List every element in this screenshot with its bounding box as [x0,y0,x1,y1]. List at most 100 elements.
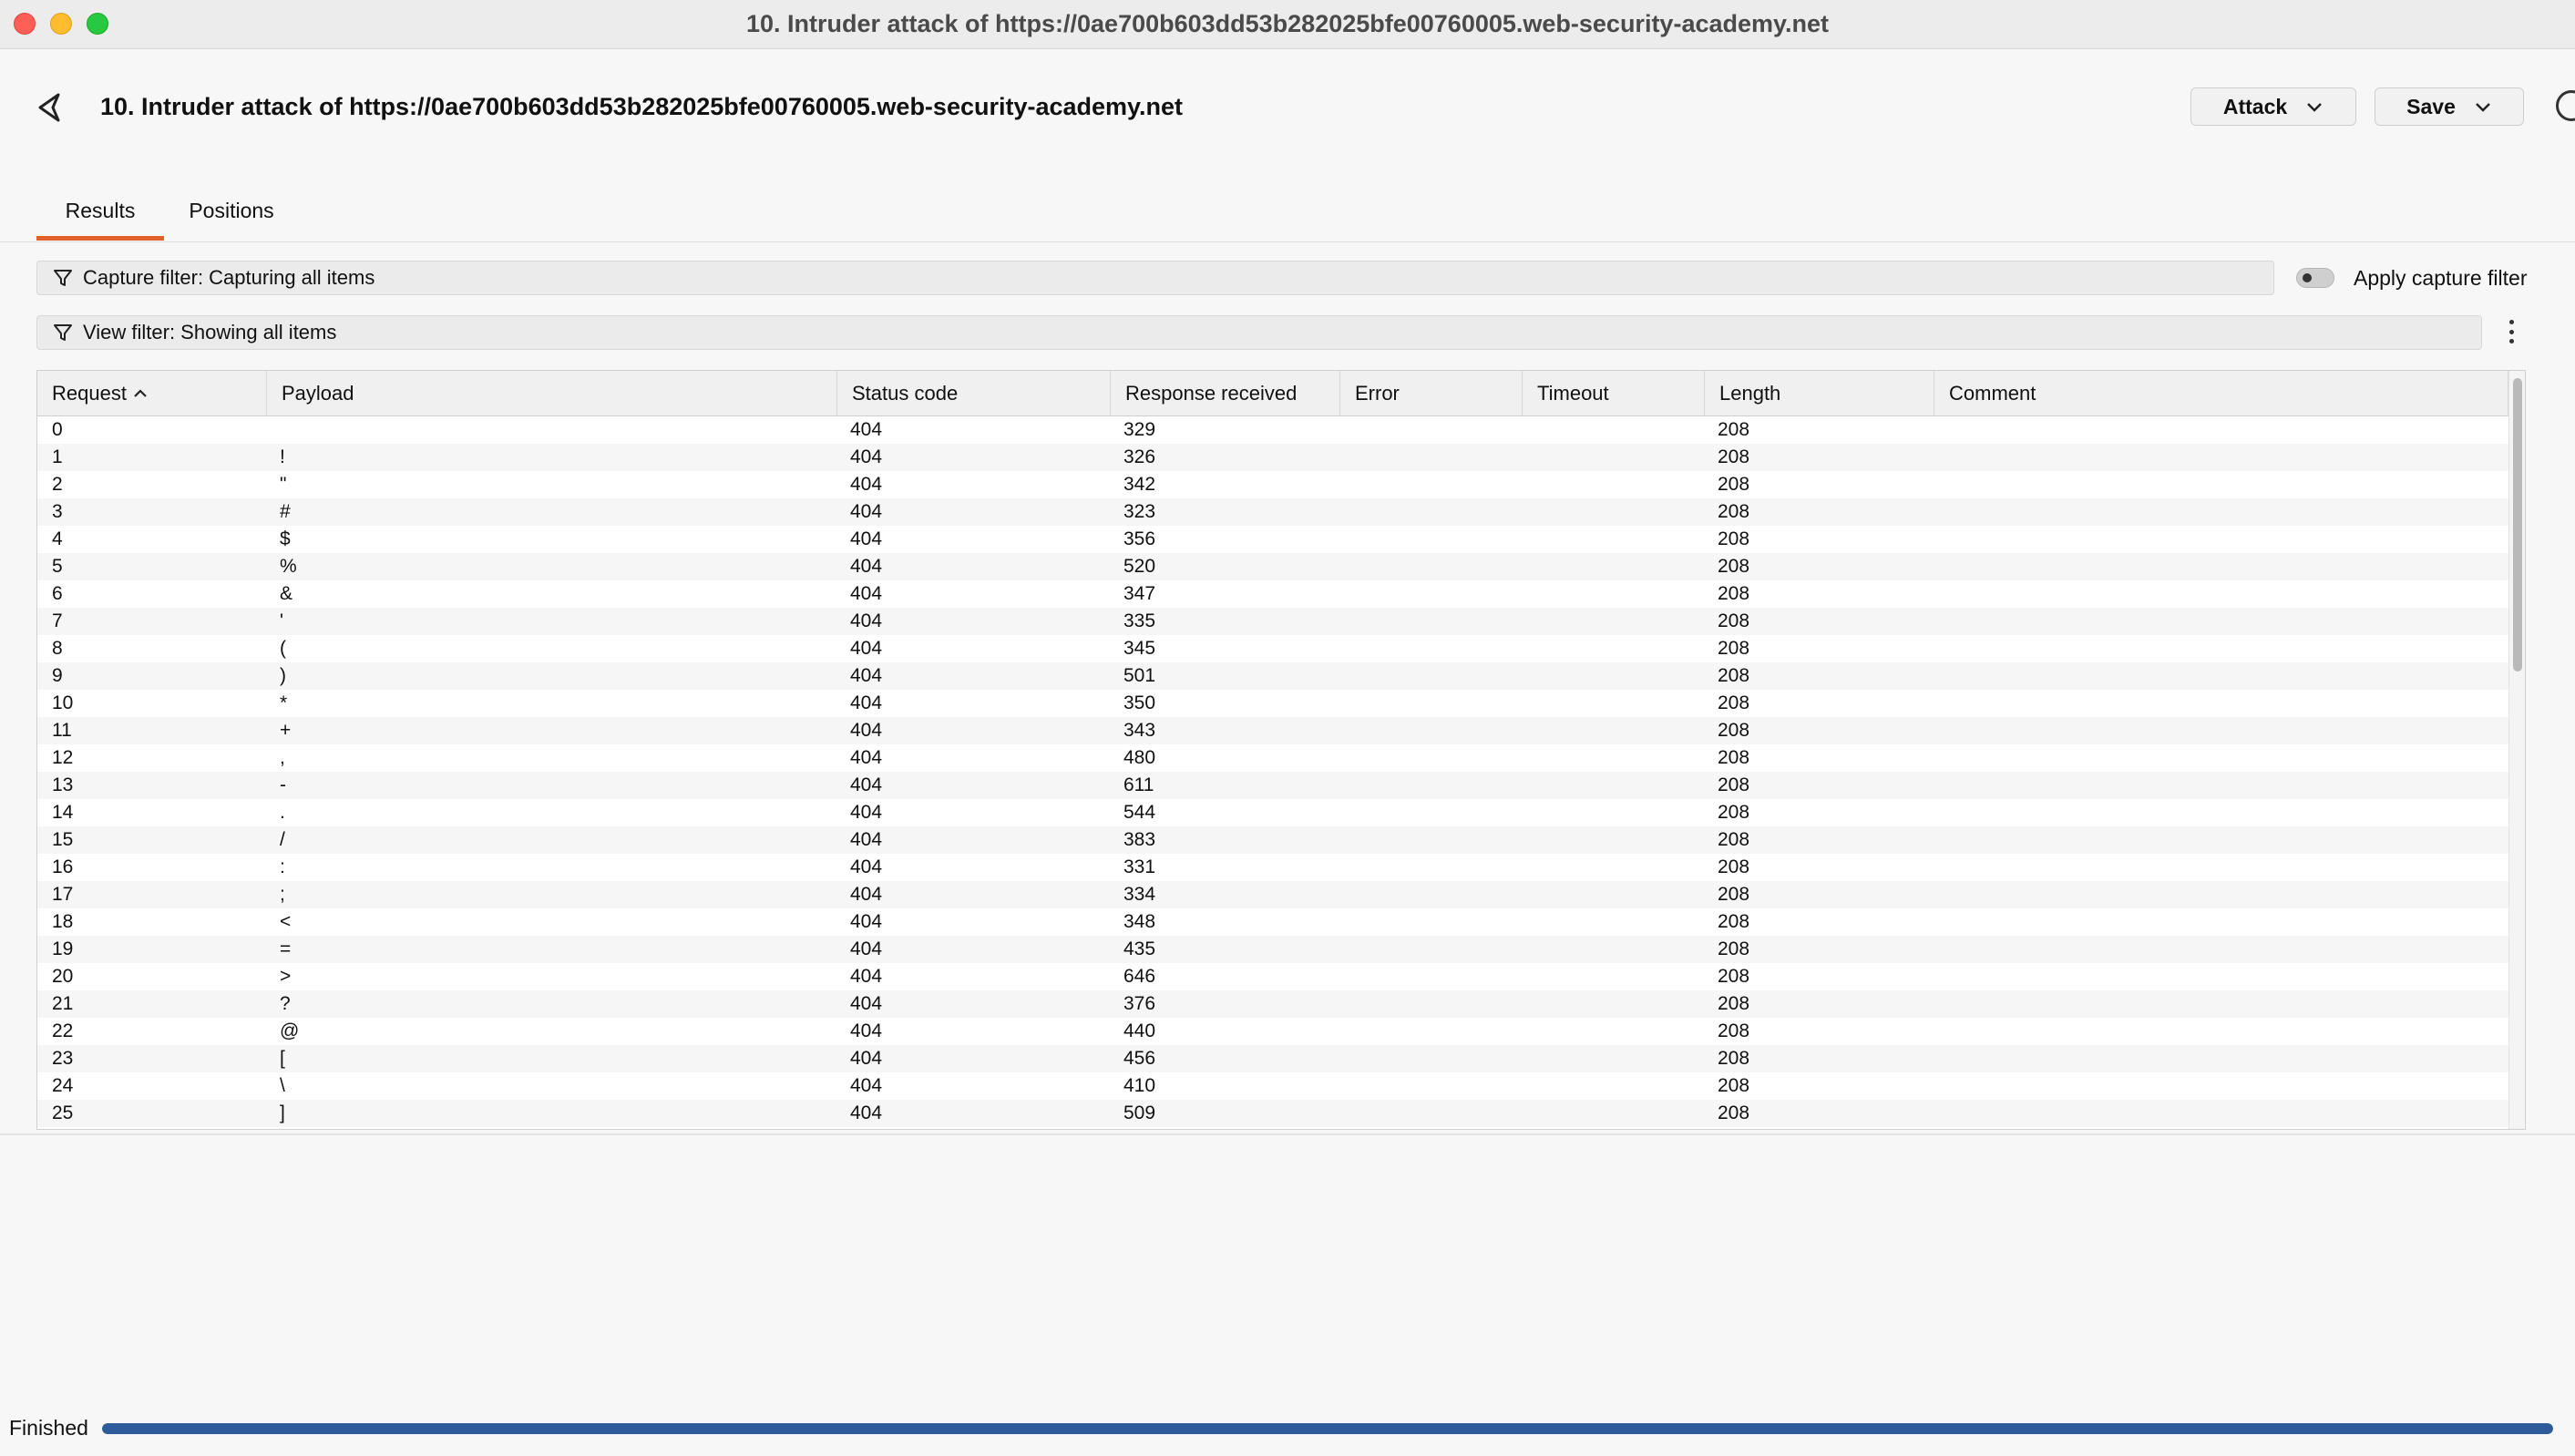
table-row[interactable]: 23 [404 456 208 [37,1045,2508,1072]
capture-filter-bar[interactable]: Capture filter: Capturing all items [36,261,2274,295]
status-label: Finished [9,1416,88,1440]
column-header-status-code[interactable]: Status code [837,371,1111,416]
column-header-error[interactable]: Error [1340,371,1523,416]
cell-request: 24 [52,1075,74,1096]
table-row[interactable]: 16: 404 331 208 [37,854,2508,881]
cell-status-code: 404 [850,1102,883,1123]
cell-payload: ) [280,665,286,686]
tab-positions[interactable]: Positions [179,199,284,241]
save-button-label: Save [2406,94,2456,118]
table-row[interactable]: 18 <404 348 208 [37,908,2508,936]
table-row[interactable]: 11 +404 343 208 [37,717,2508,744]
table-row[interactable]: 12, 404 480 208 [37,744,2508,772]
cell-request: 14 [52,802,74,823]
table-row[interactable]: 1! 404 326 208 [37,444,2508,471]
back-arrow-icon[interactable] [33,89,69,126]
cell-length: 208 [1718,692,1750,713]
table-scrollbar[interactable] [2508,371,2525,1129]
cell-length: 208 [1718,720,1750,741]
cell-response-received: 348 [1123,911,1156,932]
cell-length: 208 [1718,802,1750,823]
cell-status-code: 404 [850,720,883,741]
funnel-icon [54,324,72,341]
table-row[interactable]: 21? 404 376 208 [37,990,2508,1018]
cell-length: 208 [1718,638,1750,659]
cell-payload: / [280,829,285,850]
cell-length: 208 [1718,1102,1750,1123]
table-row[interactable]: 14. 404 544 208 [37,799,2508,826]
cell-payload: ( [280,638,286,659]
cell-request: 15 [52,829,74,850]
attack-menu-button[interactable]: Attack [2190,87,2356,126]
cell-status-code: 404 [850,802,883,823]
apply-capture-filter-toggle[interactable] [2296,268,2334,288]
table-row[interactable]: 8 (404 345 208 [37,635,2508,662]
column-header-comment[interactable]: Comment [1934,371,2508,416]
table-row[interactable]: 4 $404 356 208 [37,526,2508,553]
cell-response-received: 440 [1123,1020,1156,1041]
table-row[interactable]: 15 / 404 383 208 [37,826,2508,854]
cell-length: 208 [1718,556,1750,577]
table-row[interactable]: 3 #404 323 208 [37,498,2508,526]
save-menu-button[interactable]: Save [2375,87,2524,126]
cell-response-received: 335 [1123,610,1156,631]
cell-request: 10 [52,692,74,713]
table-row[interactable]: 24 \ 404 410 208 [37,1072,2508,1100]
table-row[interactable]: 5% 404 520 208 [37,553,2508,580]
table-row[interactable]: 6 & 404 347 208 [37,580,2508,608]
table-row[interactable]: 17; 404 334 208 [37,881,2508,908]
cell-length: 208 [1718,993,1750,1014]
cell-payload: , [280,747,285,768]
view-filter-bar[interactable]: View filter: Showing all items [36,315,2482,350]
cell-request: 18 [52,911,74,932]
kebab-menu-icon[interactable] [2500,317,2522,346]
cell-response-received: 435 [1123,938,1156,959]
table-row[interactable]: 22 @404 440 208 [37,1018,2508,1045]
cell-response-received: 326 [1123,446,1156,467]
table-row[interactable]: 10 * 404 350 208 [37,690,2508,717]
table-scrollbar-thumb[interactable] [2513,378,2522,672]
column-header-timeout[interactable]: Timeout [1523,371,1705,416]
cell-response-received: 509 [1123,1102,1156,1123]
cell-response-received: 501 [1123,665,1156,686]
cell-request: 16 [52,856,74,877]
cell-status-code: 404 [850,993,883,1014]
capture-filter-text: Capture filter: Capturing all items [83,266,375,289]
table-row[interactable]: 2 " 404 342 208 [37,471,2508,498]
cell-status-code: 404 [850,966,883,987]
cell-status-code: 404 [850,419,883,440]
help-icon[interactable] [2556,90,2575,121]
column-header-length[interactable]: Length [1705,371,1934,416]
table-row[interactable]: 20 >404 646 208 [37,963,2508,990]
table-row[interactable]: 25] 404 509 208 [37,1100,2508,1127]
cell-payload: [ [280,1048,285,1069]
attack-button-label: Attack [2222,94,2288,118]
cell-length: 208 [1718,610,1750,631]
cell-status-code: 404 [850,856,883,877]
column-header-response-received[interactable]: Response received [1111,371,1340,416]
cell-request: 9 [52,665,63,686]
cell-request: 17 [52,884,74,905]
table-row[interactable]: 0 404 329 208 [37,416,2508,444]
cell-payload: = [280,938,292,959]
column-header-request[interactable]: Request [37,371,267,416]
cell-request: 19 [52,938,74,959]
table-row[interactable]: 13 - 404 611 208 [37,772,2508,799]
cell-payload: ' [280,610,284,631]
cell-request: 23 [52,1048,74,1069]
cell-request: 6 [52,583,63,604]
table-row[interactable]: 9) 404 501 208 [37,662,2508,690]
cell-payload: " [280,474,287,495]
cell-length: 208 [1718,665,1750,686]
tab-results[interactable]: Results [36,199,164,241]
cell-length: 208 [1718,446,1750,467]
cell-length: 208 [1718,911,1750,932]
cell-payload: < [280,911,292,932]
cell-length: 208 [1718,474,1750,495]
chevron-down-icon [2307,103,2323,112]
column-header-payload[interactable]: Payload [267,371,837,416]
table-row[interactable]: 7 ' 404 335 208 [37,608,2508,635]
table-row[interactable]: 19 = 404 435 208 [37,936,2508,963]
cell-length: 208 [1718,1075,1750,1096]
cell-length: 208 [1718,1020,1750,1041]
